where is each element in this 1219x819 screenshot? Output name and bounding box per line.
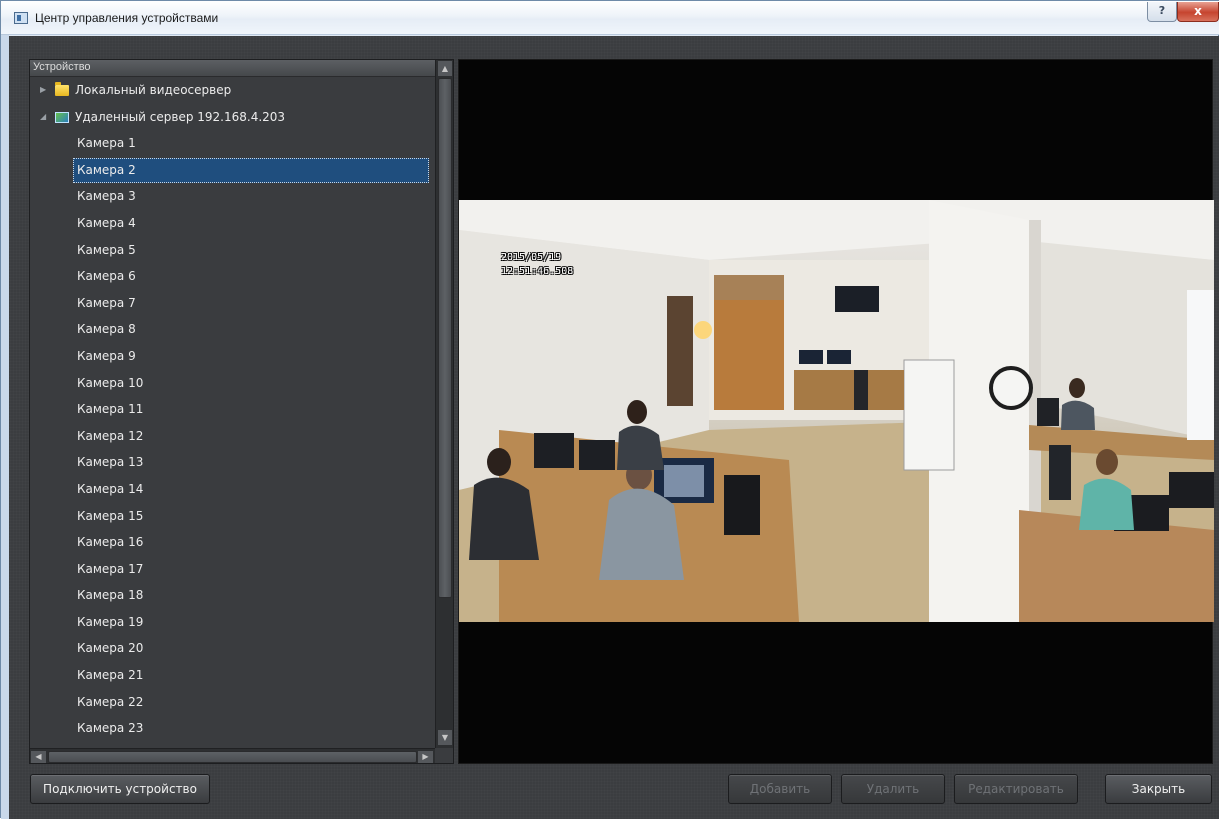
camera-label: Камера 7 bbox=[77, 295, 136, 310]
add-button[interactable]: Добавить bbox=[728, 774, 832, 804]
edit-button[interactable]: Редактировать bbox=[954, 774, 1078, 804]
tree-node-label: Локальный видеосервер bbox=[75, 83, 232, 97]
tree-node-local-server[interactable]: ▶ Локальный видеосервер bbox=[30, 77, 434, 104]
tree-item-camera[interactable]: Камера 1 bbox=[30, 130, 434, 157]
tree-item-camera[interactable]: Камера 17 bbox=[30, 556, 434, 583]
tree-item-camera[interactable]: Камера 12 bbox=[30, 423, 434, 450]
video-date-overlay: 2015/05/19 bbox=[501, 252, 562, 263]
scroll-down-icon[interactable]: ▼ bbox=[438, 730, 452, 745]
folder-icon bbox=[55, 82, 69, 96]
camera-label: Камера 2 bbox=[73, 157, 429, 183]
tree-item-camera[interactable]: Камера 18 bbox=[30, 582, 434, 609]
camera-label: Камера 3 bbox=[77, 189, 136, 204]
camera-label: Камера 13 bbox=[77, 455, 144, 470]
help-button[interactable]: ? bbox=[1147, 2, 1177, 22]
tree-item-camera[interactable]: Камера 13 bbox=[30, 449, 434, 476]
camera-label: Камера 22 bbox=[77, 694, 144, 709]
collapse-arrow-icon[interactable]: ◢ bbox=[40, 104, 46, 131]
camera-label: Камера 4 bbox=[77, 215, 136, 230]
tree-item-camera[interactable]: Камера 16 bbox=[30, 529, 434, 556]
camera-label: Камера 5 bbox=[77, 242, 136, 257]
tree-item-camera[interactable]: Камера 15 bbox=[30, 503, 434, 530]
server-icon bbox=[55, 111, 69, 123]
office-scene-image bbox=[459, 200, 1214, 622]
scroll-thumb-horizontal[interactable] bbox=[48, 751, 417, 763]
scroll-thumb[interactable] bbox=[438, 78, 452, 598]
tree-vertical-scrollbar[interactable]: ▲ ▼ bbox=[435, 60, 453, 748]
camera-label: Камера 12 bbox=[77, 428, 144, 443]
video-preview: 2015/05/19 12:51:46.508 bbox=[458, 59, 1214, 764]
tree-header-label: Устройство bbox=[33, 61, 91, 73]
device-tree: Устройство ▶ Локальный видеосервер ◢ Уда… bbox=[29, 59, 454, 764]
scroll-left-icon[interactable]: ◀ bbox=[31, 751, 46, 763]
camera-label: Камера 8 bbox=[77, 322, 136, 337]
tree-item-camera[interactable]: Камера 9 bbox=[30, 343, 434, 370]
camera-label: Камера 18 bbox=[77, 588, 144, 603]
tree-item-camera[interactable]: Камера 8 bbox=[30, 316, 434, 343]
camera-label: Камера 23 bbox=[77, 721, 144, 736]
tree-node-remote-server[interactable]: ◢ Удаленный сервер 192.168.4.203 bbox=[30, 104, 434, 131]
tree-header[interactable]: Устройство bbox=[30, 60, 435, 77]
tree-item-camera[interactable]: Камера 5 bbox=[30, 237, 434, 264]
tree-item-camera[interactable]: Камера 2 bbox=[30, 157, 434, 184]
device-manager-window: Центр управления устройствами ? x Устрой… bbox=[0, 0, 1219, 819]
camera-label: Камера 17 bbox=[77, 561, 144, 576]
connect-device-button[interactable]: Подключить устройство bbox=[30, 774, 210, 804]
camera-label: Камера 11 bbox=[77, 402, 144, 417]
camera-label: Камера 15 bbox=[77, 508, 144, 523]
tree-horizontal-scrollbar[interactable]: ◀ ▶ bbox=[30, 748, 435, 763]
camera-label: Камера 14 bbox=[77, 481, 144, 496]
close-window-button[interactable]: x bbox=[1177, 2, 1219, 22]
window-border bbox=[1, 35, 9, 819]
tree-item-camera[interactable]: Камера 14 bbox=[30, 476, 434, 503]
expand-arrow-icon[interactable]: ▶ bbox=[40, 77, 46, 104]
camera-label: Камера 9 bbox=[77, 348, 136, 363]
tree-node-label: Удаленный сервер 192.168.4.203 bbox=[75, 109, 286, 124]
app-window-icon bbox=[14, 12, 28, 24]
tree-item-camera[interactable]: Камера 11 bbox=[30, 396, 434, 423]
scroll-up-icon[interactable]: ▲ bbox=[438, 61, 452, 76]
title-bar: Центр управления устройствами ? x bbox=[1, 1, 1219, 35]
tree-item-camera[interactable]: Камера 10 bbox=[30, 370, 434, 397]
tree-item-camera[interactable]: Камера 22 bbox=[30, 689, 434, 716]
tree-item-camera[interactable]: Камера 4 bbox=[30, 210, 434, 237]
tree-item-camera[interactable]: Камера 6 bbox=[30, 263, 434, 290]
camera-label: Камера 1 bbox=[77, 136, 136, 151]
camera-label: Камера 21 bbox=[77, 668, 144, 683]
tree-item-camera[interactable]: Камера 19 bbox=[30, 609, 434, 636]
delete-button[interactable]: Удалить bbox=[841, 774, 945, 804]
tree-item-camera[interactable]: Камера 23 bbox=[30, 715, 434, 742]
window-title: Центр управления устройствами bbox=[35, 11, 219, 25]
camera-label: Камера 10 bbox=[77, 375, 144, 390]
camera-label: Камера 6 bbox=[77, 269, 136, 284]
tree-item-camera[interactable]: Камера 3 bbox=[30, 183, 434, 210]
tree-item-camera[interactable]: Камера 20 bbox=[30, 635, 434, 662]
client-area: Устройство ▶ Локальный видеосервер ◢ Уда… bbox=[9, 36, 1219, 819]
camera-label: Камера 19 bbox=[77, 614, 144, 629]
camera-label: Камера 16 bbox=[77, 535, 144, 550]
camera-label: Камера 20 bbox=[77, 641, 144, 656]
tree-item-camera[interactable]: Камера 7 bbox=[30, 290, 434, 317]
video-time-overlay: 12:51:46.508 bbox=[501, 266, 574, 277]
close-button[interactable]: Закрыть bbox=[1105, 774, 1212, 804]
scroll-right-icon[interactable]: ▶ bbox=[418, 751, 433, 763]
tree-item-camera[interactable]: Камера 21 bbox=[30, 662, 434, 689]
camera-video-frame: 2015/05/19 12:51:46.508 bbox=[459, 200, 1214, 622]
tree-rows: ▶ Локальный видеосервер ◢ Удаленный серв… bbox=[30, 77, 434, 742]
